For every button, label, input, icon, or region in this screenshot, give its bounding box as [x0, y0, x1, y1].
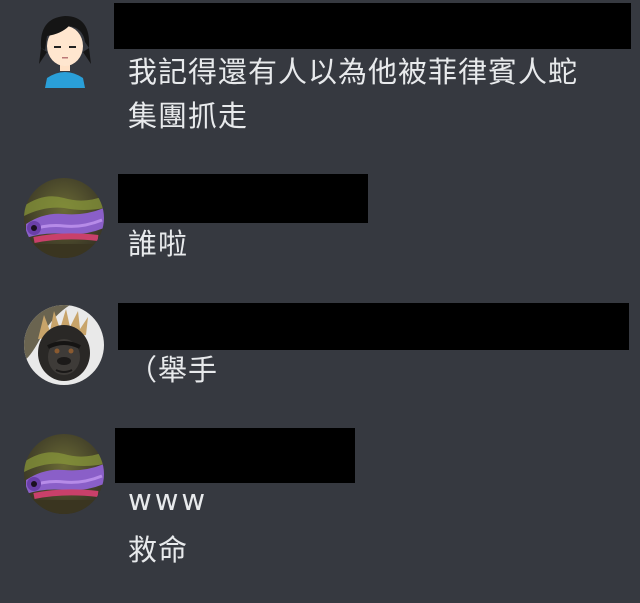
- message-text: 救命: [128, 533, 189, 567]
- author-name-redacted: [118, 174, 368, 223]
- gorilla-avatar[interactable]: [24, 305, 104, 385]
- message-text: www: [128, 483, 209, 517]
- message-4: www 救命: [0, 420, 640, 603]
- message-1: 我記得還有人以為他被菲律賓人蛇 集團抓走: [0, 0, 640, 150]
- message-text: 誰啦: [128, 227, 189, 261]
- message-text: （舉手: [128, 353, 219, 387]
- author-name-redacted: [115, 428, 355, 483]
- message-2: 誰啦: [0, 160, 640, 280]
- message-3: （舉手: [0, 290, 640, 410]
- purple-caterpillar-avatar[interactable]: [24, 178, 104, 258]
- cartoon-boy-avatar[interactable]: [25, 8, 105, 88]
- author-name-redacted: [118, 303, 629, 350]
- message-text: 集團抓走: [128, 99, 249, 133]
- author-name-redacted: [114, 3, 631, 49]
- message-text: 我記得還有人以為他被菲律賓人蛇: [128, 55, 579, 89]
- purple-caterpillar-avatar[interactable]: [24, 434, 104, 514]
